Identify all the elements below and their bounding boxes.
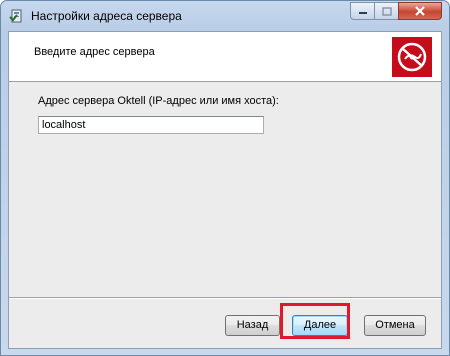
cancel-button[interactable]: Отмена (364, 315, 426, 336)
server-address-input[interactable] (38, 116, 264, 134)
minimize-button[interactable] (350, 2, 374, 20)
window-title: Настройки адреса сервера (31, 9, 182, 23)
installer-icon (9, 8, 25, 24)
maximize-icon (375, 3, 398, 19)
next-button-highlight-box (280, 303, 350, 339)
installer-window: Настройки адреса сервера Введите адрес с… (0, 0, 450, 356)
close-button[interactable] (398, 2, 442, 20)
minimize-icon (351, 3, 374, 19)
maximize-button[interactable] (374, 2, 398, 20)
dialog-content: Введите адрес сервера Адрес сервера Okte… (8, 31, 442, 349)
button-separator (9, 297, 441, 299)
oktell-logo-icon (392, 37, 432, 77)
title-bar[interactable]: Настройки адреса сервера (1, 1, 449, 31)
banner-instruction: Введите адрес сервера (34, 46, 155, 58)
header-banner: Введите адрес сервера (9, 32, 441, 82)
server-address-label: Адрес сервера Oktell (IP-адрес или имя х… (38, 95, 279, 107)
close-icon (399, 3, 441, 19)
back-button[interactable]: Назад (225, 315, 280, 336)
